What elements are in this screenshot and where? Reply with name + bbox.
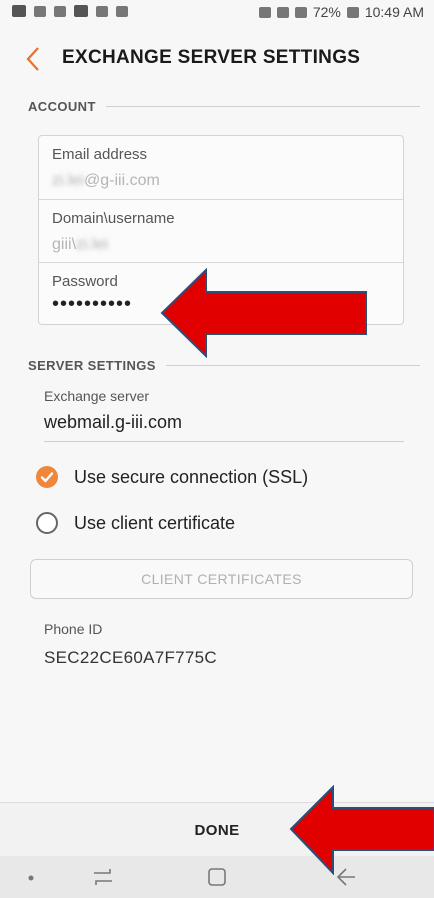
- warning-icon: [96, 5, 108, 17]
- checkmark-icon: [40, 472, 54, 483]
- status-system-icons: 72% 10:49 AM: [258, 4, 424, 20]
- ssl-label: Use secure connection (SSL): [74, 466, 309, 487]
- domain-username-field[interactable]: Domain\username giii\zi.lei: [39, 199, 403, 262]
- clipboard-icon: [12, 5, 26, 17]
- domain-username-label: Domain\username: [52, 210, 175, 227]
- server-settings-section-title: SERVER SETTINGS: [28, 358, 156, 373]
- email-value[interactable]: zi.lei@g-iii.com: [52, 172, 160, 190]
- annotation-arrow-password: [160, 268, 367, 358]
- client-certificate-checkbox[interactable]: [36, 512, 58, 534]
- phone-id-label: Phone ID: [44, 621, 103, 637]
- page-title: EXCHANGE SERVER SETTINGS: [62, 47, 361, 68]
- battery-icon: [346, 6, 359, 18]
- client-certificate-label: Use client certificate: [74, 512, 236, 533]
- exchange-server-field[interactable]: Exchange server webmail.g-iii.com: [44, 388, 404, 442]
- app-bar: EXCHANGE SERVER SETTINGS: [0, 34, 434, 84]
- domain-prefix: giii\: [52, 236, 77, 253]
- chevron-left-icon: [26, 47, 39, 71]
- domain-username-value[interactable]: giii\zi.lei: [52, 236, 108, 254]
- client-certificate-option[interactable]: Use client certificate: [36, 510, 235, 536]
- client-certificates-button[interactable]: CLIENT CERTIFICATES: [30, 559, 413, 599]
- status-notification-icons: [12, 5, 128, 17]
- account-section-header: ACCOUNT: [28, 99, 420, 114]
- image-icon: [116, 5, 128, 17]
- email-field[interactable]: Email address zi.lei@g-iii.com: [39, 136, 403, 199]
- dot-indicator-icon: [28, 875, 34, 881]
- server-settings-section-header: SERVER SETTINGS: [28, 358, 420, 373]
- puzzle-icon: [54, 5, 66, 17]
- password-label: Password: [52, 273, 118, 290]
- section-divider: [105, 106, 420, 107]
- home-icon[interactable]: [205, 865, 229, 889]
- annotation-arrow-done: [289, 785, 434, 875]
- email-label: Email address: [52, 146, 148, 163]
- alarm-icon: [258, 6, 271, 18]
- back-button[interactable]: [20, 38, 50, 78]
- app-notification-icon: [34, 5, 46, 17]
- exchange-server-value[interactable]: webmail.g-iii.com: [44, 412, 182, 433]
- ebay-icon: [74, 5, 88, 17]
- email-domain: @g-iii.com: [84, 172, 160, 189]
- ssl-checkbox[interactable]: [36, 466, 58, 488]
- clock: 10:49 AM: [364, 4, 424, 20]
- done-button[interactable]: DONE: [195, 822, 240, 839]
- recent-apps-icon[interactable]: [90, 865, 116, 889]
- wifi-icon: [276, 6, 289, 18]
- username-redacted: zi.lei: [76, 236, 109, 253]
- status-bar: 72% 10:49 AM: [0, 0, 434, 26]
- password-value[interactable]: ••••••••••: [52, 293, 132, 316]
- exchange-server-label: Exchange server: [44, 388, 150, 404]
- section-divider: [165, 365, 420, 366]
- account-section-title: ACCOUNT: [28, 99, 96, 114]
- phone-id-value: SEC22CE60A7F775C: [44, 648, 218, 667]
- email-user-redacted: zi.lei: [52, 172, 85, 189]
- ssl-option[interactable]: Use secure connection (SSL): [36, 464, 308, 490]
- battery-percent: 72%: [312, 4, 341, 20]
- signal-icon: [294, 6, 307, 18]
